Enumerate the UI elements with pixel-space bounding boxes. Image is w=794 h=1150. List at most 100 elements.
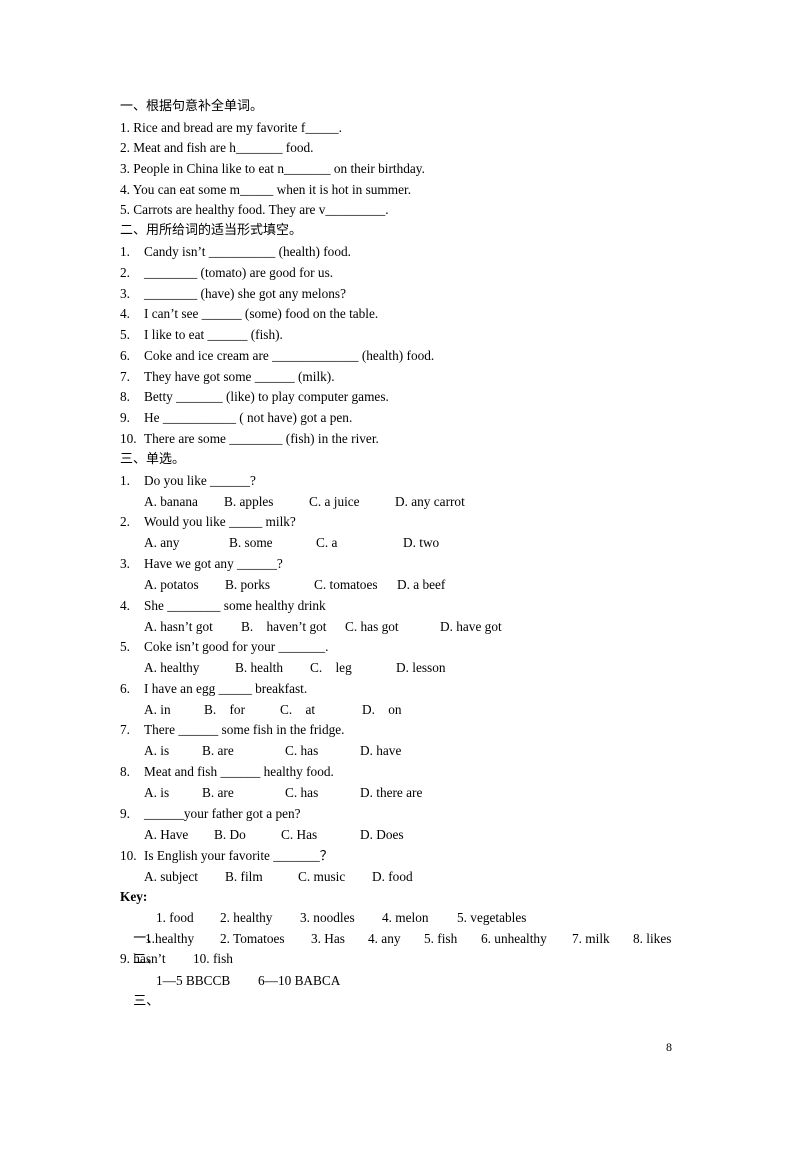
item-number: 5. bbox=[120, 327, 130, 342]
section1-item: 1. Rice and bread are my favorite f_____… bbox=[120, 120, 342, 135]
question-text: Have we got any ______? bbox=[144, 556, 283, 571]
key-answer: 5. fish bbox=[424, 931, 458, 946]
option-d: D. have bbox=[360, 743, 402, 758]
key-answer: 3. noodles bbox=[300, 910, 355, 925]
option-d: D. Does bbox=[360, 827, 404, 842]
question-number: 1. bbox=[120, 473, 130, 488]
item-text: He ___________ ( not have) got a pen. bbox=[144, 410, 353, 425]
option-d: D. have got bbox=[440, 619, 502, 634]
item-text: ________ (tomato) are good for us. bbox=[144, 265, 334, 280]
option-c: C. has bbox=[285, 785, 319, 800]
key-answer: 6. unhealthy bbox=[481, 931, 547, 946]
section2-item: 10. There are some ________ (fish) in the… bbox=[120, 429, 379, 449]
question-number: 4. bbox=[120, 598, 130, 613]
question: 8. Meat and fish ______ healthy food. bbox=[120, 762, 334, 782]
question-number: 2. bbox=[120, 514, 130, 529]
options-row: A. hasn’t got B. haven’t got C. has got D. … bbox=[120, 617, 570, 637]
option-a: A. healthy bbox=[144, 660, 200, 675]
key-section3-prefix: 三、 bbox=[133, 994, 160, 1009]
section1-item: 2. Meat and fish are h_______ food. bbox=[120, 140, 314, 155]
question-text: Is English your favorite _______？ bbox=[144, 848, 334, 863]
key-answer: 10. fish bbox=[193, 951, 233, 966]
question-number: 3. bbox=[120, 556, 130, 571]
key-answer: 9. hasn’t bbox=[120, 951, 166, 966]
option-d: D. on bbox=[362, 702, 402, 717]
key-section2: 二、 1.healthy 2. Tomatoes 3. Has 4. any 5… bbox=[120, 929, 720, 967]
question-text: Would you like _____ milk? bbox=[144, 514, 296, 529]
item-text: Betty _______ (like) to play computer ga… bbox=[144, 389, 389, 404]
option-a: A. is bbox=[144, 743, 170, 758]
option-c: C. a juice bbox=[309, 494, 360, 509]
key-answer: 6—10 BABCA bbox=[258, 973, 341, 988]
option-d: D. there are bbox=[360, 785, 423, 800]
option-b: B. are bbox=[202, 743, 234, 758]
option-d: D. lesson bbox=[396, 660, 446, 675]
option-c: C. at bbox=[280, 702, 316, 717]
key-answer: 7. milk bbox=[572, 931, 610, 946]
option-c: C. music bbox=[298, 869, 346, 884]
key-section1: 一、 1. food 2. healthy 3. noodles 4. melo… bbox=[120, 908, 720, 946]
option-b: B. Do bbox=[214, 827, 246, 842]
option-b: B. health bbox=[235, 660, 284, 675]
section1-item: 4. You can eat some m_____ when it is ho… bbox=[120, 182, 412, 197]
key-answer: 1. food bbox=[156, 910, 194, 925]
option-b: B. porks bbox=[225, 577, 271, 592]
question-number: 5. bbox=[120, 639, 130, 654]
options-row: A. Have B. Do C. Has D. Does bbox=[120, 825, 570, 845]
question-text: ______your father got a pen? bbox=[144, 806, 301, 821]
option-a: A. in bbox=[144, 702, 171, 717]
option-b: B. haven’t got bbox=[241, 619, 327, 634]
option-c: C. Has bbox=[281, 827, 318, 842]
item-number: 9. bbox=[120, 410, 130, 425]
section2-item: 3. ________ (have) she got any melons? bbox=[120, 284, 346, 304]
key-section2-line2: 9. hasn’t 10. fish bbox=[120, 949, 720, 969]
item-text: I can’t see ______ (some) food on the ta… bbox=[144, 306, 379, 321]
section2-item: 4. I can’t see ______ (some) food on the … bbox=[120, 304, 378, 324]
section1-title: 一、根据句意补全单词。 bbox=[120, 99, 264, 114]
key-answer: 1—5 BBCCB bbox=[156, 973, 231, 988]
options-row: A. healthy B. health C. leg D. lesson bbox=[120, 658, 570, 678]
question: 3. Have we got any ______? bbox=[120, 554, 283, 574]
section1-item: 5. Carrots are healthy food. They are v_… bbox=[120, 202, 389, 217]
option-a: A. banana bbox=[144, 494, 198, 509]
option-c: C. a bbox=[316, 535, 338, 550]
section2-title: 二、用所给词的适当形式填空。 bbox=[120, 223, 303, 238]
question: 10. Is English your favorite _______？ bbox=[120, 846, 333, 866]
section2-item: 8. Betty _______ (like) to play computer … bbox=[120, 387, 389, 407]
item-number: 6. bbox=[120, 348, 130, 363]
options-row: A. in B. for C. at D. on bbox=[120, 700, 570, 720]
question-text: I have an egg _____ breakfast. bbox=[144, 681, 308, 696]
question: 2. Would you like _____ milk? bbox=[120, 512, 296, 532]
document-page: 一、根据句意补全单词。 1. Rice and bread are my fav… bbox=[0, 0, 794, 1123]
key-label: Key: bbox=[120, 889, 148, 904]
section2-item: 1. Candy isn’t __________ (health) food. bbox=[120, 242, 351, 262]
option-d: D. any carrot bbox=[395, 494, 465, 509]
options-row: A. is B. are C. has D. have bbox=[120, 741, 570, 761]
section3-title: 三、单选。 bbox=[120, 452, 186, 467]
item-text: There are some ________ (fish) in the ri… bbox=[144, 431, 379, 446]
option-b: B. film bbox=[225, 869, 263, 884]
option-c: C. tomatoes bbox=[314, 577, 378, 592]
item-text: Candy isn’t __________ (health) food. bbox=[144, 244, 351, 259]
key-answer: 2. healthy bbox=[220, 910, 273, 925]
option-a: A. is bbox=[144, 785, 170, 800]
option-c: C. has bbox=[285, 743, 319, 758]
question-number: 6. bbox=[120, 681, 130, 696]
key-answer: 4. any bbox=[368, 931, 401, 946]
question: 4. She ________ some healthy drink bbox=[120, 596, 326, 616]
key-answer: 4. melon bbox=[382, 910, 429, 925]
question-number: 9. bbox=[120, 806, 130, 821]
question-text: Coke isn’t good for your _______. bbox=[144, 639, 329, 654]
question-text: Do you like ______? bbox=[144, 473, 256, 488]
options-row: A. is B. are C. has D. there are bbox=[120, 783, 570, 803]
question: 9. ______your father got a pen? bbox=[120, 804, 301, 824]
question: 5. Coke isn’t good for your _______. bbox=[120, 637, 328, 657]
option-d: D. food bbox=[372, 869, 413, 884]
question-number: 8. bbox=[120, 764, 130, 779]
page-number: 8 bbox=[666, 1040, 672, 1054]
option-b: B. some bbox=[229, 535, 273, 550]
key-section3: 三、 1—5 BBCCB 6—10 BABCA bbox=[120, 971, 720, 1009]
option-b: B. apples bbox=[224, 494, 274, 509]
option-b: B. for bbox=[204, 702, 245, 717]
options-row: A. potatos B. porks C. tomatoes D. a beef bbox=[120, 575, 570, 595]
